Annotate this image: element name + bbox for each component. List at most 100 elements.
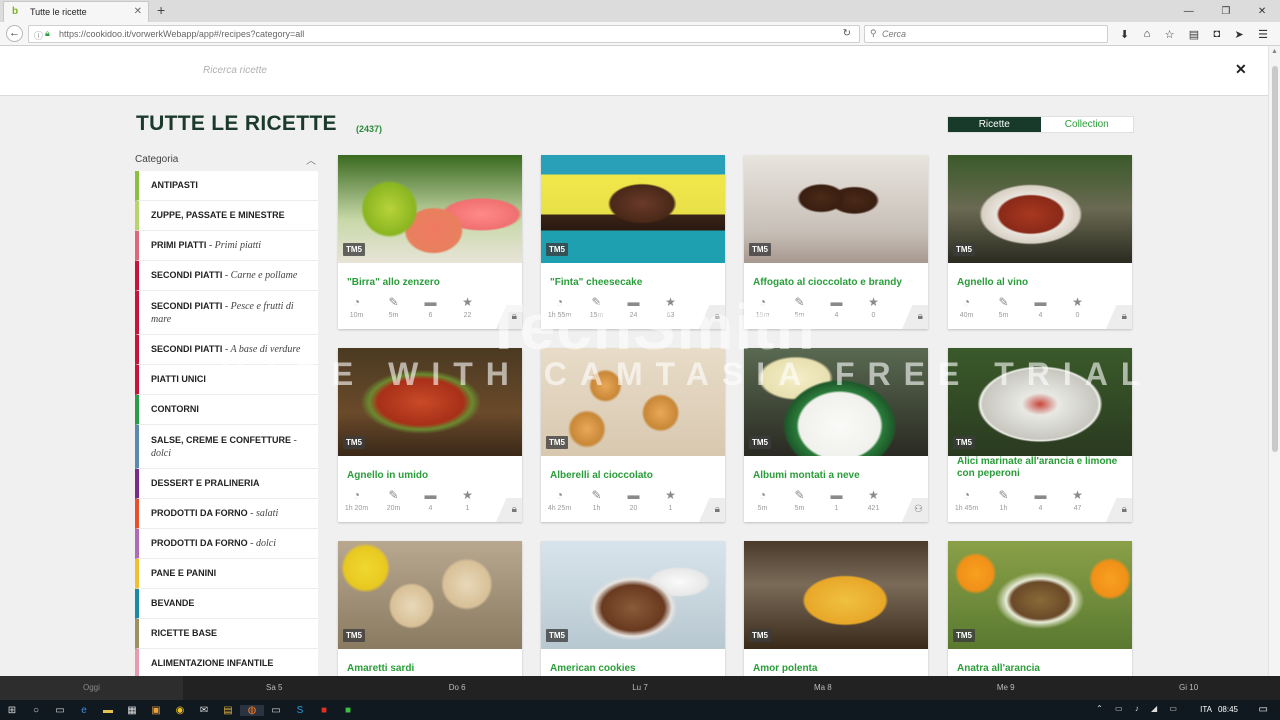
recipe-title[interactable]: Alberelli al cioccolato xyxy=(550,470,718,482)
windows-start-icon[interactable]: ⊞ xyxy=(0,705,24,716)
category-item[interactable]: SECONDI PIATTI - Pesce e frutti di mare xyxy=(135,291,318,335)
info-icon[interactable]: ⓘ xyxy=(34,29,43,42)
window-close-icon[interactable]: ✕ xyxy=(1258,6,1266,17)
calendar-day[interactable]: Lu 7 xyxy=(549,676,732,700)
category-item[interactable]: PIATTI UNICI xyxy=(135,365,318,395)
clock[interactable]: 08:45 xyxy=(1218,705,1238,714)
category-item[interactable]: ZUPPE, PASSATE E MINESTRE xyxy=(135,201,318,231)
media-icon[interactable]: ▣ xyxy=(144,705,168,716)
chevron-up-icon[interactable]: ︿ xyxy=(306,152,316,167)
lock-icon[interactable]: 🔒︎ xyxy=(699,305,725,329)
lock-icon[interactable]: 🔒︎ xyxy=(1106,498,1132,522)
bookmark-star-icon[interactable]: ☆ xyxy=(1165,28,1175,41)
browser-search-field[interactable]: ⚲ Cerca xyxy=(864,25,1108,43)
close-icon[interactable]: ✕ xyxy=(1235,61,1247,78)
recipe-title[interactable]: American cookies xyxy=(550,663,718,675)
recipe-image[interactable] xyxy=(541,348,725,456)
camtasia-icon[interactable]: ■ xyxy=(336,705,360,716)
restore-icon[interactable]: ❐ xyxy=(1221,6,1230,17)
browser-tab[interactable]: b Tutte le ricette ✕ xyxy=(3,1,149,22)
recipe-image[interactable] xyxy=(948,155,1132,263)
category-item[interactable]: ANTIPASTI xyxy=(135,171,318,201)
notifications-icon[interactable]: ▭ xyxy=(1259,704,1268,715)
terminal-icon[interactable]: ▭ xyxy=(264,705,288,716)
lock-icon[interactable]: 🔒︎ xyxy=(1106,305,1132,329)
recipe-title[interactable]: Amor polenta xyxy=(753,663,921,675)
recipe-image[interactable] xyxy=(948,541,1132,649)
recipe-card[interactable]: TM5 Agnello in umido ◔ 1h 20m ✎ 20m ▬ 4 ★ 1 🔒︎ xyxy=(338,348,522,522)
recipe-title[interactable]: Agnello in umido xyxy=(347,470,515,482)
pocket-icon[interactable]: ◘ xyxy=(1214,28,1221,40)
back-button[interactable]: ← xyxy=(6,25,23,42)
reading-list-icon[interactable]: ▤ xyxy=(1189,28,1199,41)
recipe-image[interactable] xyxy=(744,155,928,263)
mail-icon[interactable]: ✉ xyxy=(192,705,216,716)
recipe-search-input[interactable]: Ricerca ricette xyxy=(203,65,267,76)
recipe-image[interactable] xyxy=(541,541,725,649)
recipe-card[interactable]: TM5 Agnello al vino ◔ 40m ✎ 5m ▬ 4 ★ 0 🔒︎ xyxy=(948,155,1132,329)
recipe-title[interactable]: "Finta" cheesecake xyxy=(550,277,718,289)
category-item[interactable]: RICETTE BASE xyxy=(135,619,318,649)
category-item[interactable]: SECONDI PIATTI - Carne e pollame xyxy=(135,261,318,291)
recipe-title[interactable]: Alici marinate all'arancia e limone con … xyxy=(957,456,1125,480)
recipe-title[interactable]: Anatra all'arancia xyxy=(957,663,1125,675)
tab-recipes[interactable]: Ricette xyxy=(948,117,1041,132)
calendar-day[interactable]: Ma 8 xyxy=(731,676,914,700)
category-item[interactable]: PRIMI PIATTI - Primi piatti xyxy=(135,231,318,261)
recipe-card[interactable]: TM5 Affogato al cioccolato e brandy ◔ 15m ✎ 5… xyxy=(744,155,928,329)
recipe-image[interactable] xyxy=(948,348,1132,456)
close-tab-icon[interactable]: ✕ xyxy=(134,6,142,17)
calendar-day[interactable]: Do 6 xyxy=(366,676,549,700)
recipe-image[interactable] xyxy=(338,541,522,649)
tray-icons[interactable]: ⌃ ▭ ♪ ◢ ▭ xyxy=(1096,704,1182,713)
recipe-title[interactable]: Amaretti sardi xyxy=(347,663,515,675)
category-item[interactable]: PANE E PANINI xyxy=(135,559,318,589)
lock-icon[interactable]: 🔒︎ xyxy=(496,498,522,522)
skype-icon[interactable]: S xyxy=(288,705,312,716)
category-item[interactable]: SECONDI PIATTI - A base di verdure xyxy=(135,335,318,365)
edge-icon[interactable]: e xyxy=(72,705,96,716)
calendar-day[interactable]: Oggi xyxy=(0,676,183,700)
recipe-card[interactable]: TM5 "Birra" allo zenzero ◔ 10m ✎ 5m ▬ 6 ★ 22 🔒︎ xyxy=(338,155,522,329)
minimize-icon[interactable]: — xyxy=(1184,6,1194,17)
lock-icon[interactable]: 🔒︎ xyxy=(699,498,725,522)
firefox-icon[interactable]: ◍ xyxy=(240,704,264,716)
recipe-image[interactable] xyxy=(338,348,522,456)
user-icon[interactable]: ⚇ xyxy=(902,498,928,522)
chrome-icon[interactable]: ◉ xyxy=(168,705,192,716)
download-icon[interactable]: ⬇ xyxy=(1120,28,1129,41)
recipe-image[interactable] xyxy=(744,541,928,649)
category-item[interactable]: CONTORNI xyxy=(135,395,318,425)
recipe-image[interactable] xyxy=(744,348,928,456)
page-scrollbar[interactable]: ▲ xyxy=(1268,46,1280,676)
lock-icon[interactable]: 🔒︎ xyxy=(496,305,522,329)
calendar-day[interactable]: Sa 5 xyxy=(183,676,366,700)
category-item[interactable]: PRODOTTI DA FORNO - dolci xyxy=(135,529,318,559)
category-item[interactable]: DESSERT E PRALINERIA xyxy=(135,469,318,499)
recipe-title[interactable]: Agnello al vino xyxy=(957,277,1125,289)
address-bar[interactable]: ⓘ 🔒︎ https://cookidoo.it/vorwerkWebapp/a… xyxy=(28,25,860,43)
recipe-card[interactable]: TM5 "Finta" cheesecake ◔ 1h 55m ✎ 15m ▬ 24 ★ 63 🔒︎ xyxy=(541,155,725,329)
recipe-image[interactable] xyxy=(541,155,725,263)
cortana-icon[interactable]: ○ xyxy=(24,705,48,716)
send-icon[interactable]: ➤ xyxy=(1235,28,1244,41)
lock-icon[interactable]: 🔒︎ xyxy=(902,305,928,329)
task-view-icon[interactable]: ▭ xyxy=(48,705,72,716)
recipe-card[interactable]: TM5 Alici marinate all'arancia e limone c… xyxy=(948,348,1132,522)
file-explorer-icon[interactable]: ▬ xyxy=(96,705,120,716)
app-icon[interactable]: ▤ xyxy=(216,705,240,716)
scroll-up-icon[interactable]: ▲ xyxy=(1271,48,1278,55)
calendar-day[interactable]: Gi 10 xyxy=(1097,676,1280,700)
recorder-icon[interactable]: ■ xyxy=(312,705,336,716)
menu-icon[interactable]: ☰ xyxy=(1258,28,1268,41)
category-item[interactable]: ALIMENTAZIONE INFANTILE xyxy=(135,649,318,676)
category-item[interactable]: PRODOTTI DA FORNO - salati xyxy=(135,499,318,529)
language-indicator[interactable]: ITA xyxy=(1200,705,1212,714)
home-icon[interactable]: ⌂ xyxy=(1144,28,1151,40)
recipe-title[interactable]: Albumi montati a neve xyxy=(753,470,921,482)
store-icon[interactable]: ▦ xyxy=(120,705,144,716)
scrollbar-thumb[interactable] xyxy=(1272,66,1278,452)
calendar-day[interactable]: Me 9 xyxy=(914,676,1097,700)
recipe-title[interactable]: "Birra" allo zenzero xyxy=(347,277,515,289)
recipe-card[interactable]: TM5 Albumi montati a neve ◔ 5m ✎ 5m ▬ 1 ★ 421 ⚇ xyxy=(744,348,928,522)
